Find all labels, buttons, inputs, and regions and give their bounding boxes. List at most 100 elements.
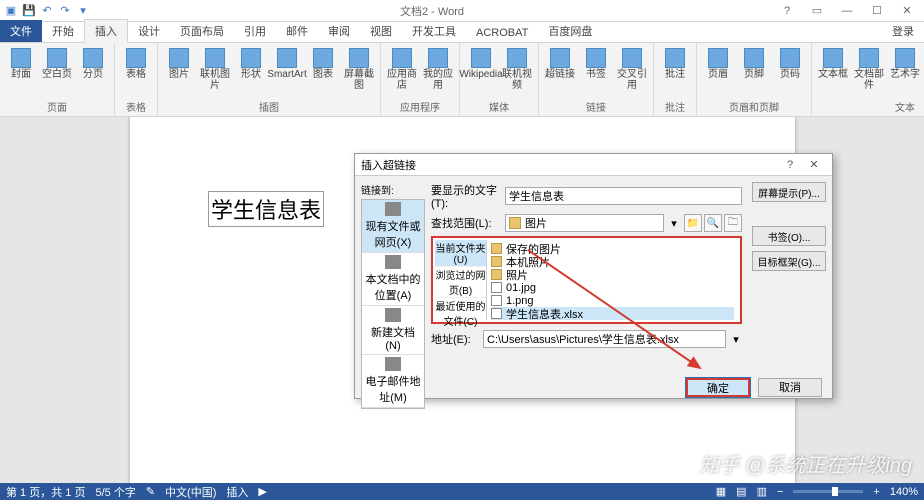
ribbon-item[interactable]: 联机视频 (500, 45, 534, 98)
file-item[interactable]: 01.jpg (491, 281, 734, 294)
ribbon-item[interactable]: 我的应用 (421, 45, 455, 98)
status-lang[interactable]: 中文(中国) (165, 484, 216, 500)
link-to-newdoc[interactable]: 新建文档(N) (362, 306, 424, 355)
browse-recent-files[interactable]: 最近使用的文件(C) (435, 298, 486, 329)
ribbon-item[interactable]: 批注 (658, 45, 692, 98)
ribbon-item[interactable]: 图表 (306, 45, 340, 98)
ribbon-item[interactable]: 文档部件 (852, 45, 886, 98)
ribbon-item[interactable]: SmartArt (270, 45, 304, 98)
lookin-combo[interactable]: 图片 (505, 214, 664, 232)
ribbon-item[interactable]: 屏幕截图 (342, 45, 376, 98)
browse-current-folder[interactable]: 当前文件夹(U) (435, 240, 486, 267)
address-dropdown-icon[interactable]: ▾ (730, 333, 742, 346)
ribbon-item[interactable]: 页脚 (737, 45, 771, 98)
help-icon[interactable]: ? (776, 5, 798, 17)
tab-home[interactable]: 开始 (42, 20, 84, 42)
zoom-level[interactable]: 140% (890, 486, 918, 498)
cancel-button[interactable]: 取消 (758, 378, 822, 397)
tab-developer[interactable]: 开发工具 (402, 20, 466, 42)
browse-browsed-pages[interactable]: 浏览过的网页(B) (435, 267, 486, 298)
browse-file-icon[interactable]: 🗀 (724, 214, 742, 232)
maximize-icon[interactable]: ☐ (866, 4, 888, 17)
ribbon-label: 艺术字 (890, 69, 920, 80)
screentip-button[interactable]: 屏幕提示(P)... (752, 182, 826, 202)
ok-button[interactable]: 确定 (686, 378, 750, 397)
ribbon-item[interactable]: 表格 (119, 45, 153, 98)
ribbon-label: Wikipedia (459, 69, 502, 80)
ribbon-item[interactable]: 封面 (4, 45, 38, 98)
zoom-slider[interactable] (793, 490, 863, 493)
tab-mailings[interactable]: 邮件 (276, 20, 318, 42)
ribbon-item[interactable]: 图片 (162, 45, 196, 98)
ribbon-label: 书签 (586, 69, 606, 80)
tab-review[interactable]: 审阅 (318, 20, 360, 42)
browse-web-icon[interactable]: 🔍 (704, 214, 722, 232)
ribbon-item[interactable]: 交叉引用 (615, 45, 649, 98)
view-web-icon[interactable]: ▥ (757, 485, 767, 498)
ribbon-item[interactable]: 形状 (234, 45, 268, 98)
minimize-icon[interactable]: — (836, 5, 858, 17)
up-folder-icon[interactable]: 📁 (684, 214, 702, 232)
tab-layout[interactable]: 页面布局 (170, 20, 234, 42)
display-text-input[interactable] (505, 187, 742, 205)
zoom-in-icon[interactable]: + (873, 486, 879, 498)
view-print-icon[interactable]: ▤ (736, 485, 746, 498)
ribbon-item[interactable]: 联机图片 (198, 45, 232, 98)
status-page[interactable]: 第 1 页，共 1 页 (6, 484, 85, 500)
target-frame-button[interactable]: 目标框架(G)... (752, 251, 826, 271)
close-icon[interactable]: ✕ (896, 4, 918, 17)
dialog-help-icon[interactable]: ? (778, 159, 802, 171)
ribbon-label: 超链接 (545, 69, 575, 80)
link-to-place[interactable]: 本文档中的位置(A) (362, 253, 424, 306)
ribbon-item[interactable]: Wikipedia (464, 45, 498, 98)
tab-design[interactable]: 设计 (128, 20, 170, 42)
ribbon-icon (665, 48, 685, 68)
ribbon-item[interactable]: 艺术字 (888, 45, 922, 98)
ribbon-tabs: 文件 开始 插入 设计 页面布局 引用 邮件 审阅 视图 开发工具 ACROBA… (0, 22, 924, 43)
lookin-dropdown-icon[interactable]: ▾ (668, 217, 680, 230)
ribbon-label: 图片 (169, 69, 189, 80)
zoom-out-icon[interactable]: − (777, 486, 783, 498)
save-icon[interactable]: 💾 (22, 4, 36, 18)
dialog-close-icon[interactable]: ✕ (802, 158, 826, 171)
status-mode[interactable]: 插入 (226, 484, 248, 500)
login-link[interactable]: 登录 (882, 20, 924, 42)
file-list[interactable]: 保存的图片本机照片照片01.jpg1.png学生信息表.xlsx (487, 240, 738, 320)
ribbon-item[interactable]: 超链接 (543, 45, 577, 98)
status-proofing-icon[interactable]: ✎ (146, 485, 155, 498)
address-input[interactable]: C:\Users\asus\Pictures\学生信息表.xlsx (483, 330, 726, 348)
selected-text[interactable]: 学生信息表 (208, 191, 324, 227)
file-item[interactable]: 照片 (491, 268, 734, 281)
group-label: 应用程序 (385, 98, 455, 114)
file-item[interactable]: 学生信息表.xlsx (491, 307, 734, 320)
ribbon-icon (126, 48, 146, 68)
ribbon-item[interactable]: 页码 (773, 45, 807, 98)
redo-icon[interactable]: ↷ (58, 4, 72, 18)
tab-insert[interactable]: 插入 (84, 19, 128, 43)
link-to-file[interactable]: 现有文件或网页(X) (362, 200, 424, 253)
qat-more-icon[interactable]: ▾ (76, 4, 90, 18)
link-to-email[interactable]: 电子邮件地址(M) (362, 355, 424, 408)
tab-acrobat[interactable]: ACROBAT (466, 24, 538, 42)
ribbon-item[interactable]: 书签 (579, 45, 613, 98)
view-read-icon[interactable]: ▦ (716, 485, 726, 498)
ribbon-item[interactable]: 页眉 (701, 45, 735, 98)
tab-baidu[interactable]: 百度网盘 (538, 20, 602, 42)
ribbon-item[interactable]: 分页 (76, 45, 110, 98)
insert-hyperlink-dialog: 插入超链接 ? ✕ 链接到: 现有文件或网页(X) 本文档中的位置(A) 新建文… (354, 153, 833, 399)
tab-file[interactable]: 文件 (0, 20, 42, 42)
ribbon-item[interactable]: 文本框 (816, 45, 850, 98)
file-browser: 当前文件夹(U) 浏览过的网页(B) 最近使用的文件(C) 保存的图片本机照片照… (431, 236, 742, 324)
tab-view[interactable]: 视图 (360, 20, 402, 42)
ribbon-item[interactable]: 空白页 (40, 45, 74, 98)
ribbon-options-icon[interactable]: ▭ (806, 4, 828, 17)
undo-icon[interactable]: ↶ (40, 4, 54, 18)
tab-references[interactable]: 引用 (234, 20, 276, 42)
status-macro-icon[interactable]: ▶ (258, 485, 266, 498)
ribbon-label: 我的应用 (422, 69, 454, 91)
ribbon-icon (744, 48, 764, 68)
status-words[interactable]: 5/5 个字 (95, 484, 135, 500)
ribbon-icon (550, 48, 570, 68)
ribbon-item[interactable]: 应用商店 (385, 45, 419, 98)
bookmark-button[interactable]: 书签(O)... (752, 226, 826, 246)
